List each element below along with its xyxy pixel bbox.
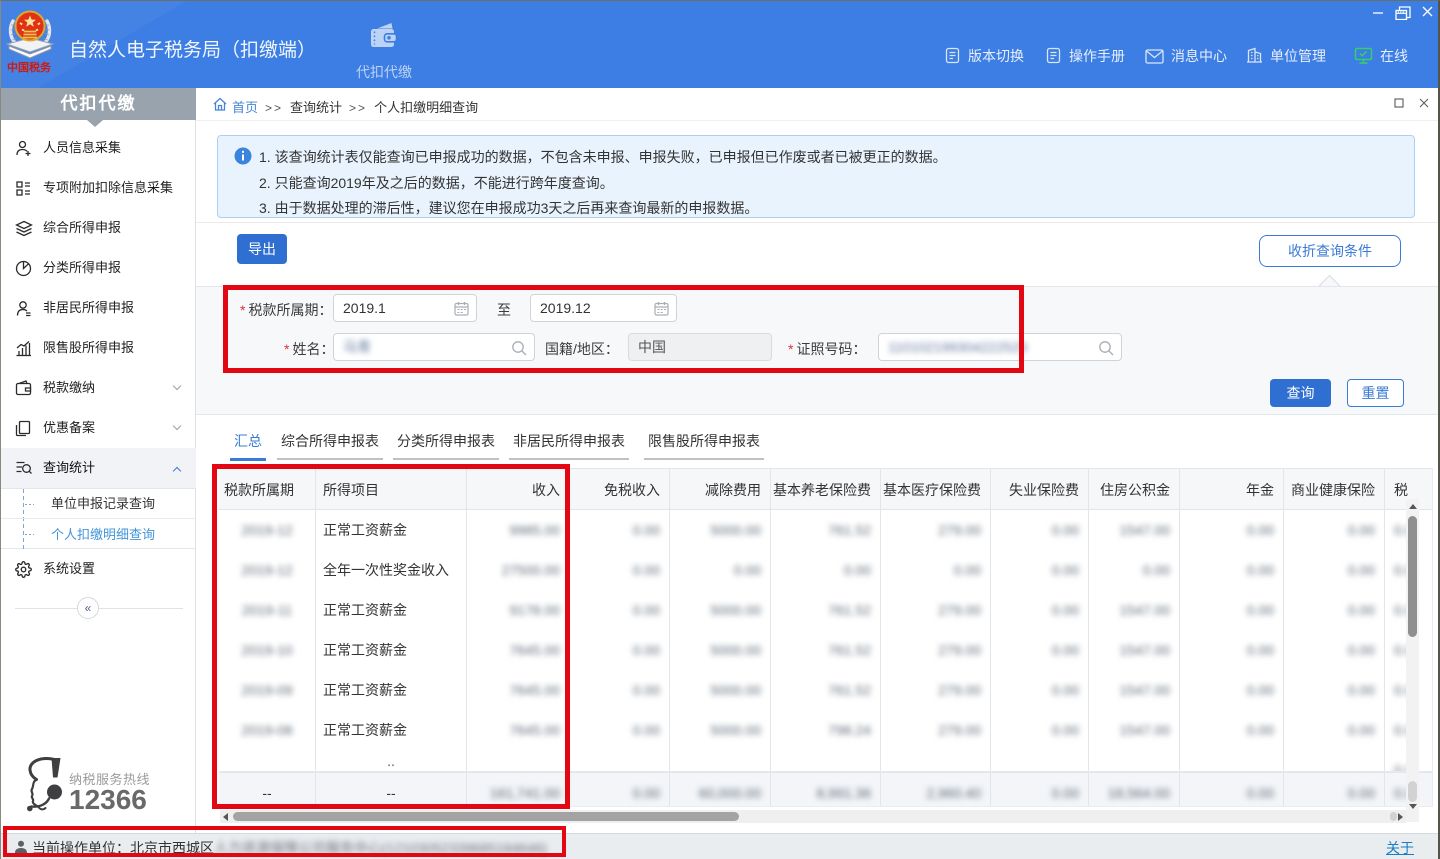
svg-text:中国税务: 中国税务 [7, 60, 52, 74]
